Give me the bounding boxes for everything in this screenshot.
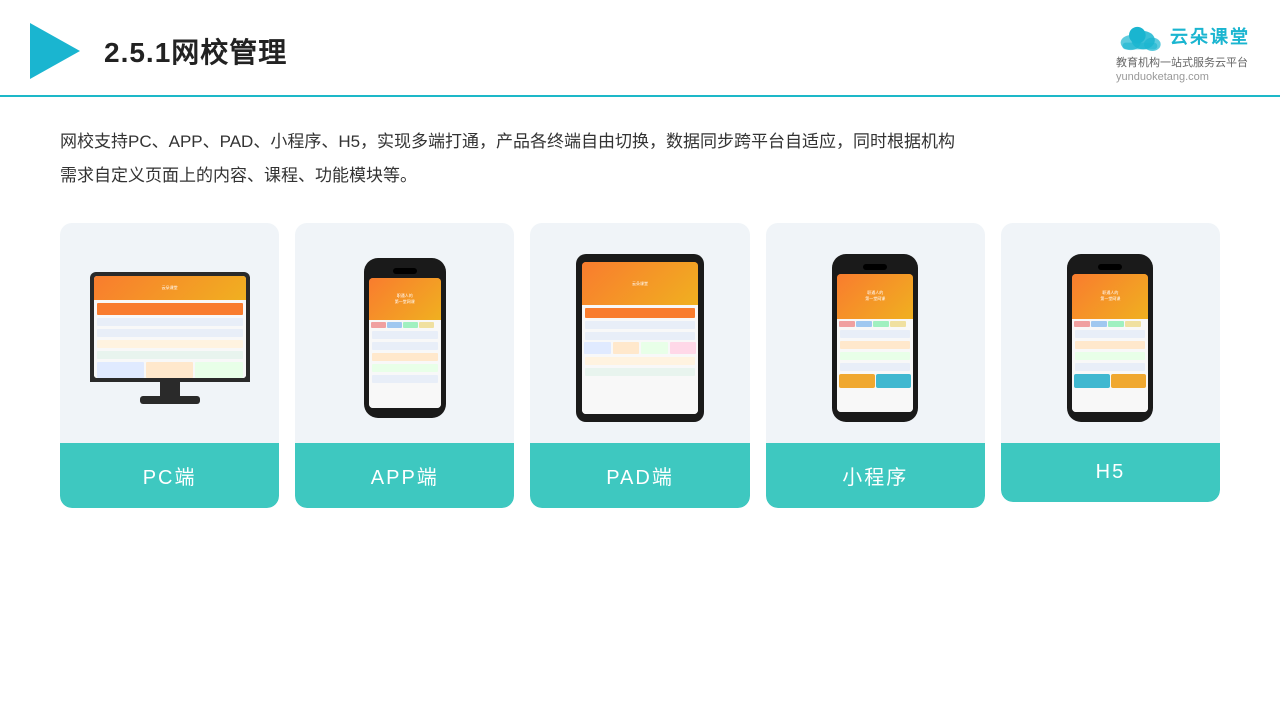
brand-subtitle-text: 教育机构一站式服务云平台 [1116,56,1248,71]
brand-url: yunduoketang.com [1116,71,1248,83]
cloud-logo: 云朵课堂 [1114,18,1250,54]
page-title: 2.5.1网校管理 [104,31,287,71]
header-left: 2.5.1网校管理 [30,23,287,79]
main-content: 网校支持PC、APP、PAD、小程序、H5，实现多端打通，产品各终端自由切换，数… [0,97,1280,528]
card-pad: 云朵课堂 [530,223,749,508]
card-pad-image: 云朵课堂 [530,223,749,443]
description: 网校支持PC、APP、PAD、小程序、H5，实现多端打通，产品各终端自由切换，数… [60,125,1220,193]
card-h5-image: 职通人的第一堂网课 [1001,223,1220,443]
app-phone-icon: 职通人的第一堂网课 [364,258,446,418]
description-line1: 网校支持PC、APP、PAD、小程序、H5，实现多端打通，产品各终端自由切换，数… [60,125,1220,159]
card-h5: 职通人的第一堂网课 [1001,223,1220,502]
card-app-label: APP端 [295,443,514,508]
card-miniprogram: 职通人的第一堂网课 [766,223,985,508]
brand-name: 云朵课堂 [1170,23,1250,49]
card-pc: 云朵课堂 [60,223,279,508]
cards-row: 云朵课堂 [60,223,1220,508]
pad-tablet-icon: 云朵课堂 [576,254,704,422]
description-line2: 需求自定义页面上的内容、课程、功能模块等。 [60,159,1220,193]
brand-logo: 云朵课堂 教育机构一站式服务云平台 yunduoketang.com [1114,18,1250,83]
logo-triangle-icon [30,23,80,79]
card-h5-label: H5 [1001,443,1220,502]
card-miniprogram-label: 小程序 [766,443,985,508]
card-pc-image: 云朵课堂 [60,223,279,443]
pc-monitor-icon: 云朵课堂 [90,272,250,404]
card-pc-label: PC端 [60,443,279,508]
card-app: 职通人的第一堂网课 [295,223,514,508]
header: 2.5.1网校管理 云朵课堂 教育机构一站式服务云平台 yunduoketang… [0,0,1280,97]
card-miniprogram-image: 职通人的第一堂网课 [766,223,985,443]
miniprogram-phone-icon: 职通人的第一堂网课 [832,254,918,422]
card-app-image: 职通人的第一堂网课 [295,223,514,443]
h5-phone-icon: 职通人的第一堂网课 [1067,254,1153,422]
brand-subtitle: 教育机构一站式服务云平台 yunduoketang.com [1116,54,1248,83]
cloud-icon [1114,18,1164,54]
card-pad-label: PAD端 [530,443,749,508]
